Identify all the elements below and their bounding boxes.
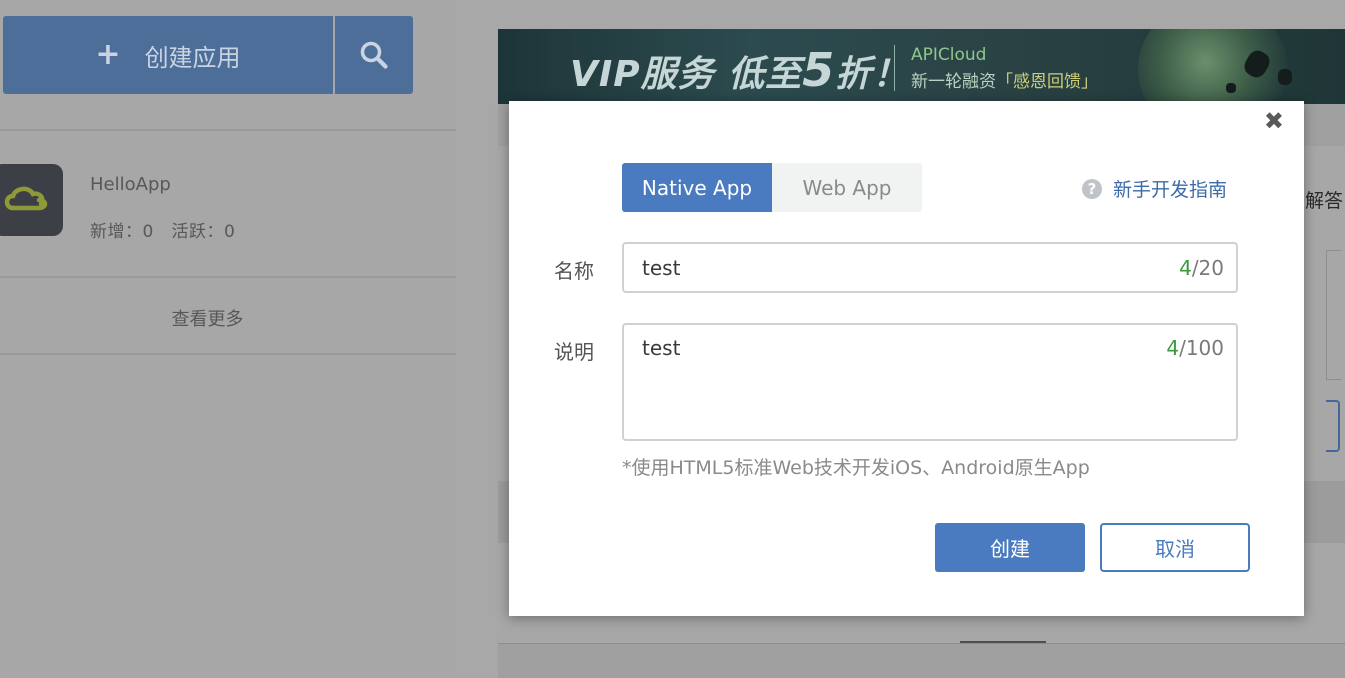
app-list-panel: + 创建应用 HelloApp 新增：0 活跃：0 查看更多 [0, 0, 456, 678]
name-char-counter: 4/20 [1179, 256, 1224, 280]
banner-separator [894, 45, 895, 91]
tab-underline [960, 641, 1046, 643]
plus-icon: + [95, 37, 121, 72]
create-app-dialog: ✖ Native App Web App ? 新手开发指南 名称 test 4/… [509, 101, 1304, 616]
create-app-label: 创建应用 [144, 43, 241, 72]
tab-native-app[interactable]: Native App [622, 163, 772, 212]
beginner-guide-link[interactable]: ? 新手开发指南 [1082, 175, 1227, 202]
app-name[interactable]: HelloApp [90, 174, 171, 195]
search-button[interactable] [335, 16, 413, 94]
divider [0, 276, 456, 278]
banner-headline: VIP服务 低至5折！ [570, 43, 910, 97]
hint-text: *使用HTML5标准Web技术开发iOS、Android原生App [622, 457, 1090, 479]
create-button[interactable]: 创建 [935, 523, 1085, 572]
cancel-button[interactable]: 取消 [1100, 523, 1250, 572]
divider [0, 129, 456, 131]
name-input-value: test [642, 256, 681, 280]
description-label: 说明 [554, 340, 594, 364]
rock-graphic [1226, 83, 1236, 93]
app-type-toggle: Native App Web App [622, 163, 922, 212]
partial-text: 解答 [1305, 190, 1344, 212]
partial-button[interactable] [1326, 400, 1340, 452]
app-stats: 新增：0 活跃：0 [90, 222, 236, 242]
apicloud-logo-icon [4, 186, 47, 211]
guide-label: 新手开发指南 [1113, 179, 1228, 201]
divider [0, 353, 456, 355]
name-label: 名称 [554, 259, 594, 283]
name-input[interactable]: test 4/20 [622, 242, 1238, 293]
search-icon [360, 41, 388, 69]
partial-box [1326, 250, 1341, 380]
promo-banner[interactable]: VIP服务 低至5折！ APICloud 新一轮融资「感恩回馈」 [498, 29, 1345, 104]
tab-web-app[interactable]: Web App [772, 163, 922, 212]
banner-tagline: 新一轮融资「感恩回馈」 [911, 72, 1098, 92]
app-icon[interactable] [0, 164, 63, 236]
description-textarea[interactable]: test 4/100 [622, 323, 1238, 441]
help-icon: ? [1082, 178, 1102, 199]
create-app-button[interactable]: + 创建应用 [3, 16, 333, 94]
see-more-link[interactable]: 查看更多 [0, 305, 415, 331]
description-value: test [642, 336, 681, 360]
close-icon[interactable]: ✖ [1264, 109, 1284, 133]
banner-brand: APICloud [911, 45, 987, 65]
description-char-counter: 4/100 [1166, 336, 1224, 360]
rock-graphic [1278, 69, 1292, 85]
